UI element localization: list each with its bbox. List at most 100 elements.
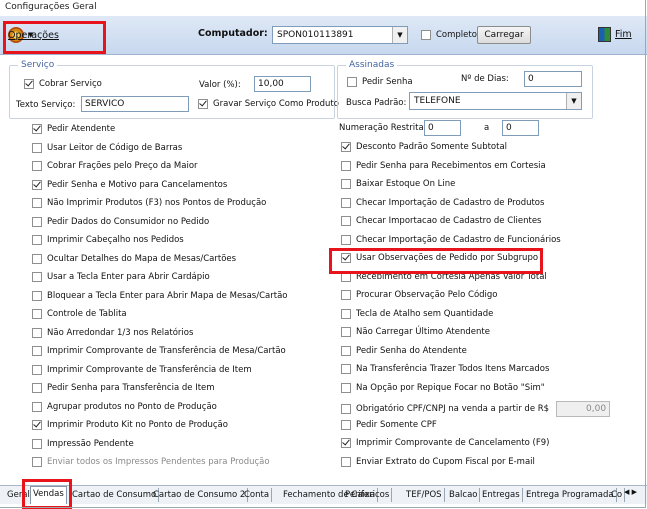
sales-settings-panel: Serviço Cobrar Serviço Valor (%): 10,00 … <box>0 55 647 483</box>
option-checkbox[interactable]: Imprimir Produto Kit no Ponto de Produçã… <box>32 420 228 430</box>
option-checkbox[interactable]: Imprimir Cabeçalho nos Pedidos <box>32 235 184 245</box>
checkbox-box[interactable] <box>32 327 42 338</box>
option-checkbox[interactable]: Pedir Senha para Transferência de Item <box>32 383 215 393</box>
checkbox-box[interactable] <box>198 99 208 109</box>
option-checkbox[interactable]: Impressão Pendente <box>32 438 134 449</box>
checkbox-box[interactable] <box>341 216 351 226</box>
option-checkbox[interactable]: Pedir Senha e Motivo para Cancelamentos <box>32 179 228 190</box>
chevron-down-icon[interactable]: ▼ <box>566 93 581 109</box>
checkbox-box[interactable] <box>341 142 351 152</box>
checkbox-box[interactable] <box>32 383 42 393</box>
checkbox-box[interactable] <box>341 160 351 171</box>
checkbox-box[interactable] <box>32 179 42 190</box>
option-checkbox[interactable]: Não Carregar Último Atendente <box>341 327 490 337</box>
option-checkbox[interactable]: Imprimir Comprovante de Transferência de… <box>32 346 286 356</box>
option-checkbox[interactable]: Na Transferência Trazer Todos Itens Marc… <box>341 364 549 374</box>
option-checkbox[interactable]: Imprimir Comprovante de Transferência de… <box>32 364 252 375</box>
option-checkbox[interactable]: Usar Leitor de Código de Barras <box>32 142 182 153</box>
checkbox-box[interactable] <box>32 235 42 245</box>
option-checkbox[interactable]: Cobrar Frações pelo Preço da Maior <box>32 161 198 171</box>
checkbox-box[interactable] <box>32 216 42 227</box>
checkbox-box[interactable] <box>32 272 42 282</box>
option-checkbox[interactable]: Obrigatório CPF/CNPJ na venda a partir d… <box>341 401 611 417</box>
ask-password-checkbox[interactable]: Pedir Senha <box>347 77 413 87</box>
checkbox-box[interactable] <box>32 346 42 356</box>
tab-entregas[interactable]: Entregas <box>480 488 523 502</box>
option-checkbox[interactable]: Pedir Senha para Recebimentos em Cortesi… <box>341 160 546 171</box>
option-checkbox[interactable]: Não Imprimir Produtos (F3) nos Pontos de… <box>32 198 266 208</box>
service-text-input[interactable]: SERVICO <box>81 96 189 112</box>
checkbox-box[interactable] <box>32 309 42 319</box>
option-checkbox[interactable]: Imprimir Comprovante de Cancelamento (F9… <box>341 438 549 448</box>
option-checkbox[interactable]: Não Arredondar 1/3 nos Relatórios <box>32 327 193 338</box>
checkbox-box[interactable] <box>32 401 42 412</box>
option-checkbox[interactable]: Pedir Senha do Atendente <box>341 345 467 356</box>
tab-co[interactable]: Co <box>609 488 626 502</box>
tab-cartao-de-consumo-2[interactable]: Cartao de Consumo 2 <box>151 488 249 502</box>
checkbox-box[interactable] <box>341 308 351 319</box>
checkbox-box[interactable] <box>32 253 42 264</box>
days-input[interactable]: 0 <box>524 71 582 87</box>
checkbox-box[interactable] <box>341 382 351 393</box>
checkbox-box[interactable] <box>341 179 351 189</box>
chevron-down-icon[interactable]: ▼ <box>392 27 407 43</box>
option-checkbox[interactable]: Tecla de Atalho sem Quantidade <box>341 308 493 319</box>
checkbox-box[interactable] <box>341 419 351 430</box>
checkbox-box[interactable] <box>341 327 351 337</box>
option-checkbox[interactable]: Controle de Tablita <box>32 309 127 319</box>
restricted-from-input[interactable]: 0 <box>424 120 461 136</box>
option-label: Pedir Senha e Motivo para Cancelamentos <box>47 179 228 190</box>
tab-conta[interactable]: Conta <box>242 488 273 502</box>
checkbox-box[interactable] <box>341 345 351 356</box>
tab-tef-pos[interactable]: TEF/POS <box>404 488 445 502</box>
default-search-select[interactable]: TELEFONE ▼ <box>409 92 582 110</box>
exit-button[interactable]: Fim <box>598 27 632 42</box>
option-checkbox[interactable]: Pedir Somente CPF <box>341 419 437 430</box>
load-button[interactable]: Carregar <box>477 26 531 44</box>
option-checkbox[interactable]: Pedir Dados do Consumidor no Pedido <box>32 216 209 227</box>
checkbox-box[interactable] <box>341 290 351 300</box>
checkbox-box[interactable] <box>32 420 42 430</box>
checkbox-box[interactable] <box>32 124 42 134</box>
save-service-as-product-checkbox[interactable]: Gravar Serviço Como Produto <box>198 99 339 109</box>
option-checkbox[interactable]: Desconto Padrão Somente Subtotal <box>341 142 507 152</box>
option-checkbox[interactable]: Bloquear a Tecla Enter para Abrir Mapa d… <box>32 290 287 301</box>
checkbox-box[interactable] <box>341 197 351 208</box>
option-checkbox[interactable]: Pedir Atendente <box>32 124 115 134</box>
complete-checkbox[interactable]: Completo <box>421 30 477 40</box>
option-checkbox[interactable]: Enviar Extrato do Cupom Fiscal por E-mai… <box>341 456 535 467</box>
service-value-input[interactable]: 10,00 <box>254 76 311 92</box>
restricted-to-input[interactable]: 0 <box>502 120 539 136</box>
option-checkbox[interactable]: Checar Importação de Cadastro de Produto… <box>341 197 544 208</box>
option-checkbox[interactable]: Checar Importação de Cadastro de Funcion… <box>341 234 561 245</box>
tab-perifericos[interactable]: Perifericos <box>343 488 393 502</box>
option-checkbox[interactable]: Ocultar Detalhes do Mapa de Mesas/Cartõe… <box>32 253 236 264</box>
option-checkbox[interactable]: Agrupar produtos no Ponto de Produção <box>32 401 217 412</box>
checkbox-box[interactable] <box>341 234 351 245</box>
tab-balcao[interactable]: Balcao <box>447 488 481 502</box>
checkbox-box[interactable] <box>341 438 351 448</box>
checkbox-box[interactable] <box>32 198 42 208</box>
tab-entrega-programada[interactable]: Entrega Programada <box>524 488 617 502</box>
checkbox-box[interactable] <box>32 364 42 375</box>
checkbox-box[interactable] <box>32 142 42 153</box>
checkbox-box[interactable] <box>24 79 34 89</box>
option-checkbox[interactable]: Procurar Observação Pelo Código <box>341 290 498 300</box>
option-checkbox[interactable]: Usar a Tecla Enter para Abrir Cardápio <box>32 272 210 282</box>
checkbox-box[interactable] <box>421 30 431 40</box>
checkbox-box[interactable] <box>32 438 42 449</box>
checkbox-box[interactable] <box>341 404 351 414</box>
checkbox-box[interactable] <box>32 161 42 171</box>
checkbox-box[interactable] <box>347 77 357 87</box>
service-value-label: Valor (%): <box>199 80 241 90</box>
tab-cartao-de-consumo[interactable]: Cartao de Consumo <box>70 488 160 502</box>
checkbox-box[interactable] <box>32 290 42 301</box>
option-checkbox[interactable]: Na Opção por Repique Focar no Botão "Sim… <box>341 382 545 393</box>
checkbox-box[interactable] <box>341 364 351 374</box>
option-checkbox[interactable]: Checar Importacao de Cadastro de Cliente… <box>341 216 541 226</box>
charge-service-checkbox[interactable]: Cobrar Serviço <box>24 79 102 89</box>
tab-scroll-arrows-icon[interactable]: ◀ ▶ <box>624 488 637 496</box>
checkbox-box[interactable] <box>341 456 351 467</box>
option-checkbox[interactable]: Baixar Estoque On Line <box>341 179 455 189</box>
computer-select[interactable]: SPON010113891 ▼ <box>272 26 408 44</box>
